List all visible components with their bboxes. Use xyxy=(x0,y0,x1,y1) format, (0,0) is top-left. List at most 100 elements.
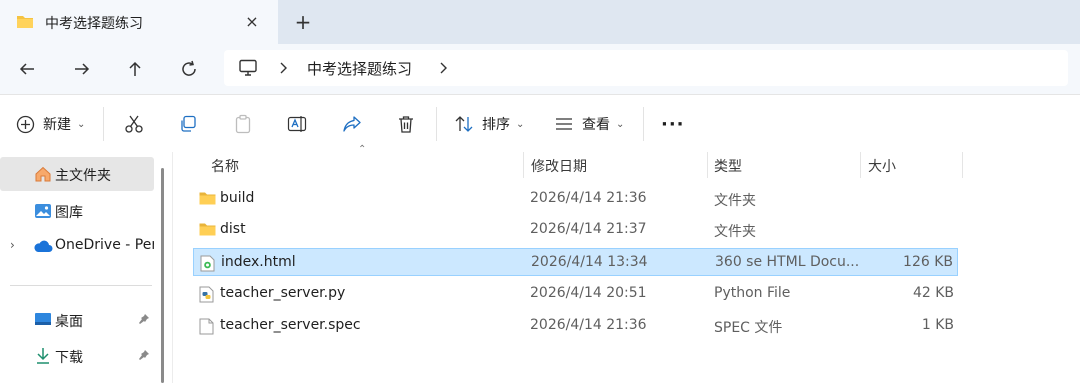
desktop-icon xyxy=(35,313,51,325)
rename-button[interactable] xyxy=(287,112,307,136)
python-file-icon xyxy=(199,286,214,307)
pane-divider xyxy=(172,152,173,383)
new-tab-button[interactable]: + xyxy=(293,12,313,32)
this-pc-icon[interactable] xyxy=(238,59,258,81)
address-row: 中考选择题练习 xyxy=(0,44,1080,94)
chevron-right-icon[interactable]: › xyxy=(10,238,15,252)
cut-button[interactable] xyxy=(124,112,144,136)
pin-icon[interactable] xyxy=(138,349,150,365)
column-divider[interactable] xyxy=(962,152,963,178)
file-row[interactable]: teacher_server.spec 2026/4/14 21:36 SPEC… xyxy=(193,312,958,340)
pin-icon[interactable] xyxy=(138,313,150,329)
file-date: 2026/4/14 21:37 xyxy=(530,221,647,237)
nav-item-desktop[interactable]: 桌面 xyxy=(0,303,154,337)
file-size: 1 KB xyxy=(921,317,954,333)
file-row-selected[interactable]: index.html 2026/4/14 13:34 360 se HTML D… xyxy=(193,248,958,276)
nav-item-home[interactable]: 主文件夹 xyxy=(0,157,154,191)
refresh-icon[interactable] xyxy=(177,57,201,81)
copy-button[interactable] xyxy=(178,112,198,136)
view-label: 查看 xyxy=(582,117,610,133)
sort-ascending-icon: ⌃ xyxy=(358,144,367,155)
gallery-icon xyxy=(35,204,51,218)
nav-label: OneDrive - Per xyxy=(55,237,154,253)
back-icon[interactable] xyxy=(15,57,39,81)
chevron-right-icon[interactable] xyxy=(278,62,288,78)
file-row[interactable]: teacher_server.py 2026/4/14 20:51 Python… xyxy=(193,280,958,308)
download-icon xyxy=(37,348,49,364)
column-divider[interactable] xyxy=(860,152,861,178)
nav-item-gallery[interactable]: 图库 xyxy=(0,194,154,228)
address-bar[interactable]: 中考选择题练习 xyxy=(224,50,1068,86)
chevron-down-icon: ⌄ xyxy=(77,118,86,130)
breadcrumb[interactable]: 中考选择题练习 xyxy=(307,58,412,79)
file-size: 42 KB xyxy=(912,285,954,301)
plus-circle-icon xyxy=(16,115,35,133)
scissors-icon xyxy=(125,115,143,133)
paste-button[interactable] xyxy=(233,112,253,136)
file-row[interactable]: build 2026/4/14 21:36 文件夹 xyxy=(193,185,958,213)
nav-scrollbar[interactable] xyxy=(161,168,164,383)
share-button[interactable] xyxy=(342,112,362,136)
column-date[interactable]: 修改日期 xyxy=(531,156,587,176)
close-icon[interactable]: × xyxy=(242,12,262,32)
nav-item-downloads[interactable]: 下载 xyxy=(0,339,154,373)
column-divider[interactable] xyxy=(707,152,708,178)
file-date: 2026/4/14 21:36 xyxy=(530,317,647,333)
file-date: 2026/4/14 13:34 xyxy=(531,254,648,270)
divider xyxy=(10,285,152,286)
sort-label: 排序 xyxy=(482,117,510,133)
home-icon xyxy=(35,166,51,182)
html-file-icon xyxy=(200,255,215,276)
file-type: 文件夹 xyxy=(714,193,756,209)
clipboard-icon xyxy=(235,114,251,134)
new-label: 新建 xyxy=(43,117,71,133)
tab-title: 中考选择题练习 xyxy=(45,16,143,32)
column-header-row: ⌃ 名称 修改日期 类型 大小 xyxy=(190,144,965,178)
column-size[interactable]: 大小 xyxy=(868,156,896,176)
view-list-icon xyxy=(556,118,572,130)
file-date: 2026/4/14 20:51 xyxy=(530,285,647,301)
file-name: teacher_server.spec xyxy=(220,317,361,333)
column-divider[interactable] xyxy=(523,152,524,178)
onedrive-cloud-icon xyxy=(34,240,53,252)
copy-icon xyxy=(181,115,196,132)
column-name[interactable]: 名称 xyxy=(211,156,239,176)
file-date: 2026/4/14 21:36 xyxy=(530,190,647,206)
tab-strip: 中考选择题练习 × + xyxy=(0,0,1080,44)
file-name: build xyxy=(220,190,255,206)
nav-label: 图库 xyxy=(55,205,83,221)
column-type[interactable]: 类型 xyxy=(714,156,742,176)
tab-active[interactable]: 中考选择题练习 × xyxy=(0,0,278,44)
nav-item-onedrive[interactable]: › OneDrive - Per xyxy=(0,229,154,263)
generic-file-icon xyxy=(199,318,214,339)
file-row[interactable]: dist 2026/4/14 21:37 文件夹 xyxy=(193,216,958,244)
delete-button[interactable] xyxy=(396,112,416,136)
file-type: SPEC 文件 xyxy=(714,320,783,336)
view-button[interactable]: 查看 ⌄ xyxy=(554,112,624,136)
nav-label: 桌面 xyxy=(55,314,83,330)
sort-icon xyxy=(455,116,473,132)
chevron-down-icon: ⌄ xyxy=(616,118,625,130)
more-options-button[interactable]: ··· xyxy=(661,112,685,136)
file-size: 126 KB xyxy=(903,254,953,270)
file-type: 360 se HTML Docu... xyxy=(715,254,860,270)
folder-icon xyxy=(199,222,216,240)
sort-button[interactable]: 排序 ⌄ xyxy=(454,112,524,136)
file-type: Python File xyxy=(714,285,791,301)
folder-icon xyxy=(199,191,216,209)
divider xyxy=(103,107,104,141)
forward-icon[interactable] xyxy=(70,57,94,81)
file-type: 文件夹 xyxy=(714,224,756,240)
navigation-pane: 主文件夹 图库 › OneDrive - Per 桌面 下载 xyxy=(0,152,160,383)
command-bar: 新建 ⌄ 排序 ⌄ 查看 ⌄ ··· xyxy=(0,94,1080,152)
trash-icon xyxy=(399,116,413,133)
file-name: dist xyxy=(220,221,246,237)
chevron-down-icon: ⌄ xyxy=(516,118,525,130)
nav-label: 主文件夹 xyxy=(55,168,111,184)
nav-label: 下载 xyxy=(55,350,83,366)
chevron-right-icon[interactable] xyxy=(438,62,448,78)
up-icon[interactable] xyxy=(123,57,147,81)
file-name: teacher_server.py xyxy=(220,285,346,301)
share-icon xyxy=(343,116,361,132)
new-button[interactable]: 新建 ⌄ xyxy=(16,112,85,136)
